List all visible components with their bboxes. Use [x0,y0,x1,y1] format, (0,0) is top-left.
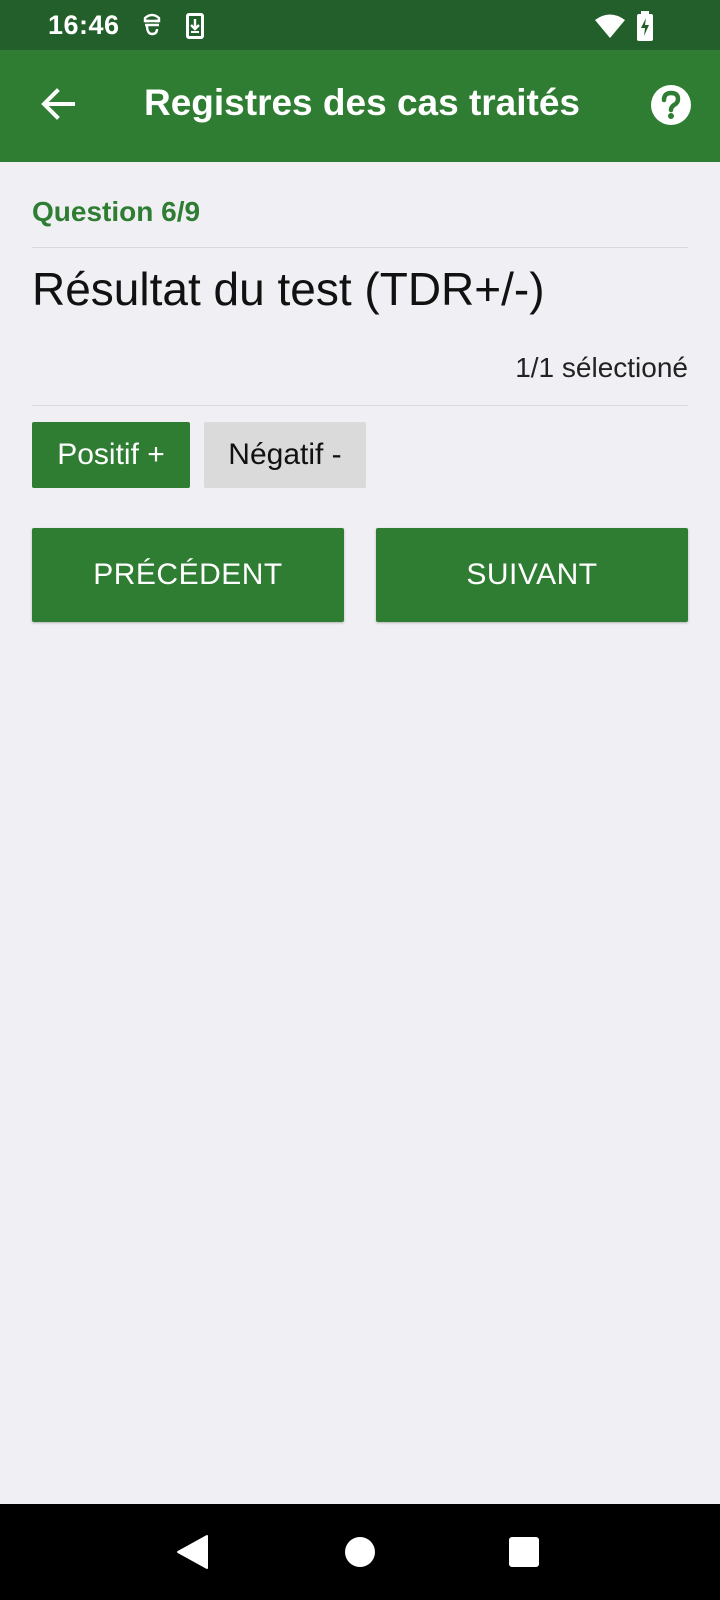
help-button[interactable] [646,82,696,132]
selection-count: 1/1 sélectioné [515,352,688,383]
battery-charging-icon [636,11,654,41]
divider [32,405,688,406]
option-positif[interactable]: Positif + [32,422,190,488]
option-label: Positif + [57,438,165,471]
next-button[interactable]: SUIVANT [376,528,688,622]
previous-button[interactable]: PRÉCÉDENT [32,528,344,622]
option-negatif[interactable]: Négatif - [204,422,366,488]
wifi-icon [594,13,626,41]
help-circle-icon [650,84,692,131]
next-button-label: SUIVANT [466,558,598,591]
status-time: 16:46 [48,10,120,40]
recents-square-icon[interactable] [502,1530,546,1574]
question-counter: Question 6/9 [32,196,201,227]
previous-button-label: PRÉCÉDENT [93,558,283,591]
notification-icon [140,12,164,40]
download-icon [184,12,206,40]
question-title: Résultat du test (TDR+/-) [32,263,545,315]
arrow-left-icon [40,86,76,127]
back-button[interactable] [30,78,86,134]
option-label: Négatif - [228,438,342,471]
home-circle-icon[interactable] [338,1530,382,1574]
back-triangle-icon[interactable] [170,1530,214,1574]
status-bar: 16:46 [0,0,720,50]
app-bar: Registres des cas traités [0,50,720,162]
divider [32,247,688,248]
page-title: Registres des cas traités [144,82,581,123]
system-navigation-bar [0,1504,720,1600]
